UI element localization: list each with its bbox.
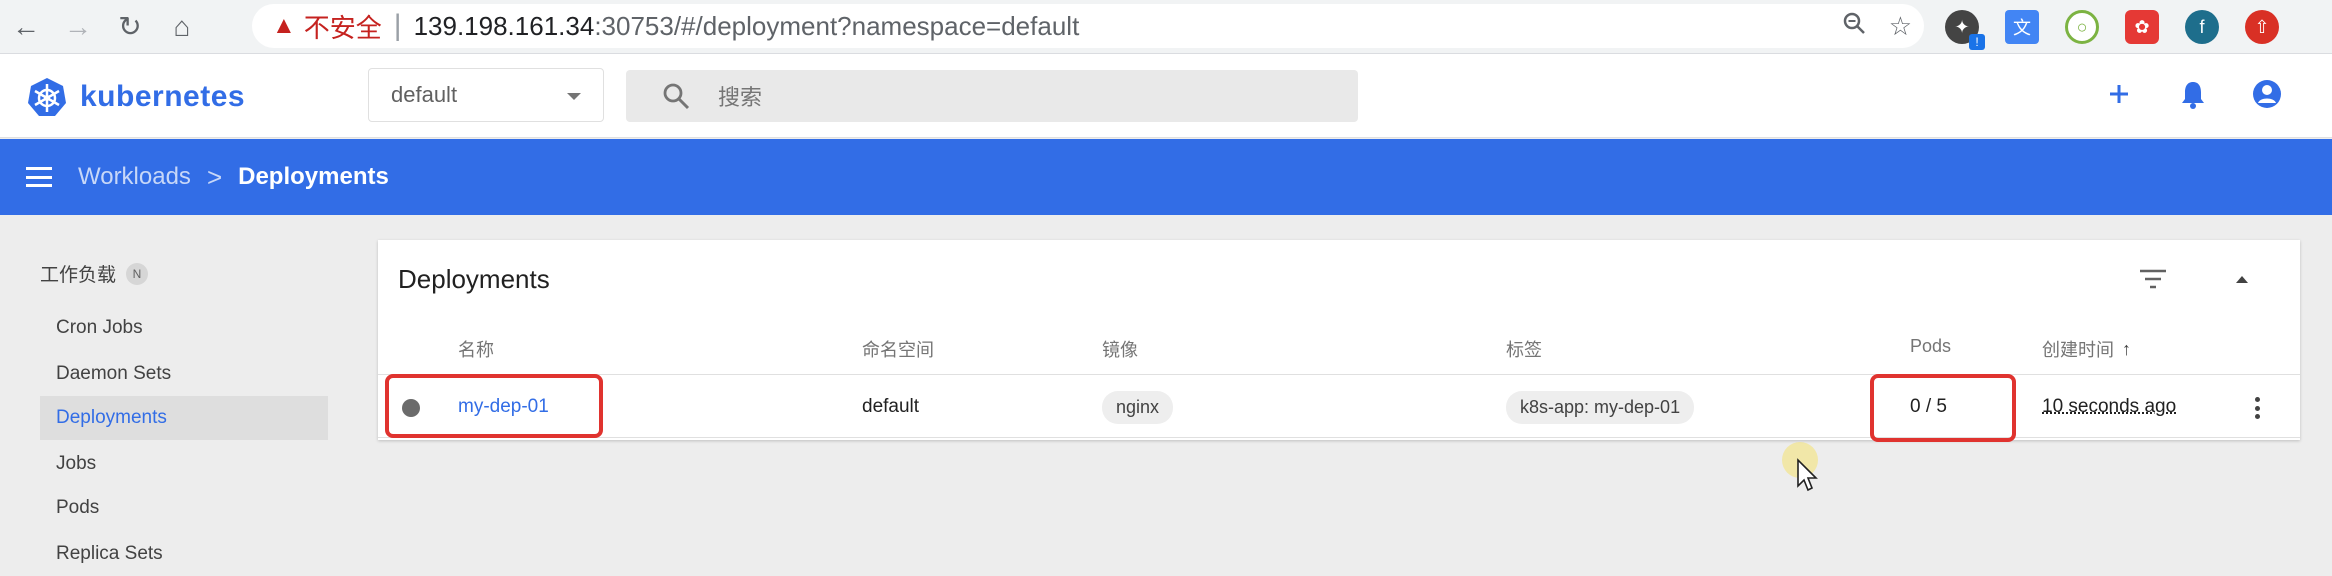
brand-name: kubernetes	[80, 80, 246, 113]
sidebar-item-label: Jobs	[56, 453, 97, 474]
dropdown-arrow-icon	[567, 93, 581, 100]
create-resource-button[interactable]	[2102, 74, 2136, 114]
mouse-cursor-icon	[1782, 442, 1818, 492]
home-icon[interactable]: ⌂	[156, 0, 208, 54]
profile-avatar[interactable]: f	[2185, 10, 2219, 44]
sort-ascending-icon: ↑	[2122, 338, 2131, 359]
sidebar-item-label: Cron Jobs	[56, 317, 143, 338]
page-toolbar: Workloads > Deployments	[0, 139, 2332, 215]
sidebar-item-label: Replica Sets	[56, 543, 163, 564]
search-placeholder: 搜索	[718, 85, 763, 110]
sidebar: 工作负载 N Cron Jobs Daemon Sets Deployments…	[0, 216, 350, 566]
omnibox-divider: |	[393, 9, 402, 42]
forward-icon[interactable]: →	[52, 0, 104, 54]
column-header-name[interactable]: 名称	[458, 336, 494, 362]
browser-toolbar: ← → ↻ ⌂ ▲ 不安全 | 139.198.161.34 :30753/#/…	[0, 0, 2332, 54]
url-host: 139.198.161.34	[413, 10, 595, 41]
kubernetes-logo[interactable]: kubernetes	[26, 76, 245, 118]
image-chip: nginx	[1102, 390, 1174, 424]
collapse-icon[interactable]	[2236, 276, 2248, 283]
reload-icon[interactable]: ↻	[104, 0, 156, 54]
menu-icon[interactable]	[26, 167, 52, 187]
url-path: :30753/#/deployment?namespace=default	[594, 10, 1080, 41]
breadcrumb: Workloads > Deployments	[78, 162, 389, 193]
namespace-cell: default	[862, 396, 920, 417]
highlight-name-box	[385, 374, 603, 438]
translate-extension-icon[interactable]: 文	[2005, 10, 2039, 44]
labels-cell: k8s-app: my-dep-01	[1506, 375, 1695, 439]
sidebar-item-deployments[interactable]: Deployments	[40, 396, 328, 440]
bookmark-star-icon[interactable]: ☆	[1889, 11, 1912, 42]
profile-initial: f	[2199, 16, 2205, 37]
plus-icon	[2110, 85, 2128, 103]
account-button[interactable]	[2250, 74, 2284, 114]
highlight-pods-box	[1870, 374, 2016, 442]
sidebar-item-label: Daemon Sets	[56, 363, 172, 384]
more-vert-icon[interactable]	[2254, 397, 2260, 419]
sidebar-item-pods[interactable]: Pods	[40, 486, 328, 530]
breadcrumb-workloads[interactable]: Workloads	[78, 163, 191, 191]
extension-bird-icon[interactable]: ✦ !	[1945, 10, 1985, 50]
created-time-cell: 10 seconds ago	[2042, 396, 2177, 417]
bell-icon	[2182, 82, 2204, 109]
filter-icon[interactable]	[2138, 268, 2168, 290]
notifications-button[interactable]	[2176, 74, 2210, 114]
sidebar-group-label: 工作负载	[40, 265, 117, 286]
sidebar-item-replica-sets[interactable]: Replica Sets	[40, 532, 328, 576]
sidebar-item-label: Deployments	[56, 407, 167, 428]
card-title: Deployments	[398, 264, 550, 294]
column-header-created[interactable]: 创建时间 ↑	[2042, 336, 2131, 362]
back-icon[interactable]: ←	[0, 0, 52, 54]
sidebar-item-jobs[interactable]: Jobs	[40, 442, 328, 486]
extension-badge: !	[1969, 34, 1985, 50]
namespace-selector[interactable]: default	[368, 68, 604, 122]
breadcrumb-deployments: Deployments	[238, 163, 389, 190]
account-circle-icon	[2253, 80, 2281, 108]
extension-gift-icon[interactable]: ✿	[2125, 10, 2159, 44]
extension-leaf-icon[interactable]: ○	[2065, 10, 2099, 44]
namespace-value: default	[391, 82, 458, 107]
column-header-labels[interactable]: 标签	[1506, 336, 1542, 362]
zoom-icon[interactable]	[1841, 10, 1867, 43]
chevron-right-icon: >	[206, 161, 223, 192]
address-bar[interactable]: ▲ 不安全 | 139.198.161.34 :30753/#/deployme…	[252, 4, 1924, 48]
sidebar-item-daemon-sets[interactable]: Daemon Sets	[40, 352, 328, 396]
search-bar[interactable]: 搜索	[626, 70, 1358, 122]
label-chip: k8s-app: my-dep-01	[1506, 390, 1695, 424]
column-header-image[interactable]: 镜像	[1102, 336, 1138, 362]
column-header-namespace[interactable]: 命名空间	[862, 336, 934, 362]
security-label: 不安全	[303, 12, 382, 43]
update-icon[interactable]: ⇧	[2245, 10, 2279, 44]
search-icon	[663, 83, 690, 110]
image-cell: nginx	[1102, 375, 1174, 439]
extensions-area: ✦ ! 文 ○ ✿ f ⇧	[1945, 0, 2279, 54]
warning-icon: ▲	[272, 12, 296, 39]
not-secure-indicator[interactable]: ▲ 不安全	[272, 8, 382, 45]
sidebar-group-workloads[interactable]: 工作负载 N	[40, 260, 149, 287]
sidebar-item-cron-jobs[interactable]: Cron Jobs	[40, 306, 328, 350]
app-header: kubernetes default 搜索	[0, 54, 2332, 138]
kubernetes-helm-icon	[28, 78, 66, 116]
column-header-created-label: 创建时间	[2042, 340, 2114, 360]
namespaced-badge: N	[126, 262, 149, 285]
column-header-pods[interactable]: Pods	[1910, 336, 1951, 357]
sidebar-item-label: Pods	[56, 497, 100, 518]
